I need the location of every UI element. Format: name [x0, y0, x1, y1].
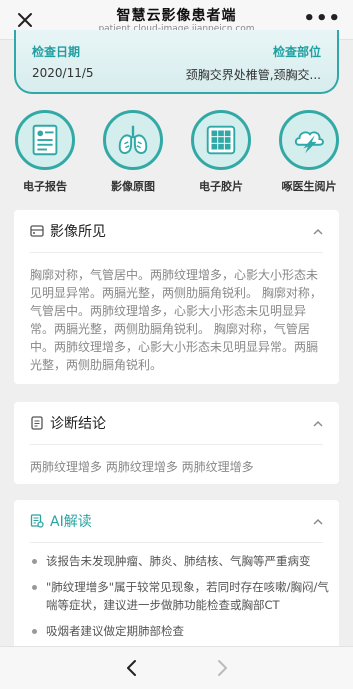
- app-title: 智慧云影像患者端: [116, 8, 237, 24]
- ai-title: AI解读: [50, 514, 92, 530]
- back-icon[interactable]: [120, 656, 144, 680]
- ai-list-item: "肺纹理增多"属于较常见现象，若同时存在咳嗽/胸闷/气喘等症状，建议进一步做肺功…: [30, 578, 331, 614]
- report-icon: [15, 110, 75, 170]
- ai-list-item: 吸烟者建议做定期肺部检查: [30, 622, 331, 640]
- action-original-image[interactable]: 影像原图: [98, 106, 168, 196]
- lungs-icon: [103, 110, 163, 170]
- divider: [30, 542, 323, 543]
- ai-header[interactable]: AI解读: [14, 500, 339, 542]
- findings-header[interactable]: 影像所见: [14, 210, 339, 252]
- ai-report-icon: [30, 514, 44, 528]
- action-doctor-reading[interactable]: 啄医生阅片: [274, 106, 344, 196]
- action-label: 电子报告: [23, 180, 67, 193]
- close-icon[interactable]: [14, 9, 36, 31]
- document-icon: [31, 416, 43, 430]
- ai-list: 该报告未发现肿瘤、肺炎、肺结核、气胸等严重病变 "肺纹理增多"属于较常见现象，若…: [30, 552, 331, 648]
- action-electronic-film[interactable]: 电子胶片: [186, 106, 256, 196]
- image-findings-icon: [30, 225, 44, 237]
- divider: [30, 444, 323, 445]
- chevron-up-icon[interactable]: [313, 227, 323, 237]
- exam-part-label: 检查部位: [272, 45, 321, 59]
- quick-actions: 电子报告 影像原图 电子胶片 啄医生阅片: [0, 106, 353, 196]
- action-label: 电子胶片: [199, 180, 243, 193]
- bottom-toolbar: [0, 646, 353, 689]
- exam-part-value: 颈胸交界处椎管,颈胸交...: [185, 68, 321, 82]
- findings-card: 影像所见 胸廓对称，气管居中。两肺纹理增多，心影大小形态未见明显异常。两膈光整，…: [14, 210, 339, 384]
- film-icon: [191, 110, 251, 170]
- diagnosis-card: 诊断结论 两肺纹理增多 两肺纹理增多 两肺纹理增多: [14, 402, 339, 484]
- forward-icon[interactable]: [210, 656, 234, 680]
- diagnosis-header[interactable]: 诊断结论: [14, 402, 339, 444]
- action-electronic-report[interactable]: 电子报告: [10, 106, 80, 196]
- chevron-up-icon[interactable]: [313, 517, 323, 527]
- exam-date-label: 检查日期: [32, 45, 81, 59]
- diagnosis-text: 两肺纹理增多 两肺纹理增多 两肺纹理增多: [30, 460, 254, 474]
- diagnosis-title: 诊断结论: [50, 416, 106, 432]
- divider: [30, 252, 323, 253]
- action-label: 啄医生阅片: [281, 180, 337, 193]
- chevron-up-icon[interactable]: [313, 419, 323, 429]
- findings-title: 影像所见: [50, 224, 106, 240]
- doctor-read-icon: [279, 110, 339, 170]
- exam-date-value: 2020/11/5: [32, 66, 94, 80]
- ai-list-item: 该报告未发现肿瘤、肺炎、肺结核、气胸等严重病变: [30, 552, 331, 570]
- exam-info-card: 检查日期 检查部位 2020/11/5 颈胸交界处椎管,颈胸交...: [14, 30, 339, 94]
- ai-card: AI解读 该报告未发现肿瘤、肺炎、肺结核、气胸等严重病变 "肺纹理增多"属于较常…: [14, 500, 339, 660]
- findings-text: 胸廓对称，气管居中。两肺纹理增多，心影大小形态未见明显异常。两膈光整，两侧肋膈角…: [30, 268, 322, 372]
- more-icon[interactable]: •••: [303, 8, 341, 29]
- action-label: 影像原图: [111, 180, 155, 193]
